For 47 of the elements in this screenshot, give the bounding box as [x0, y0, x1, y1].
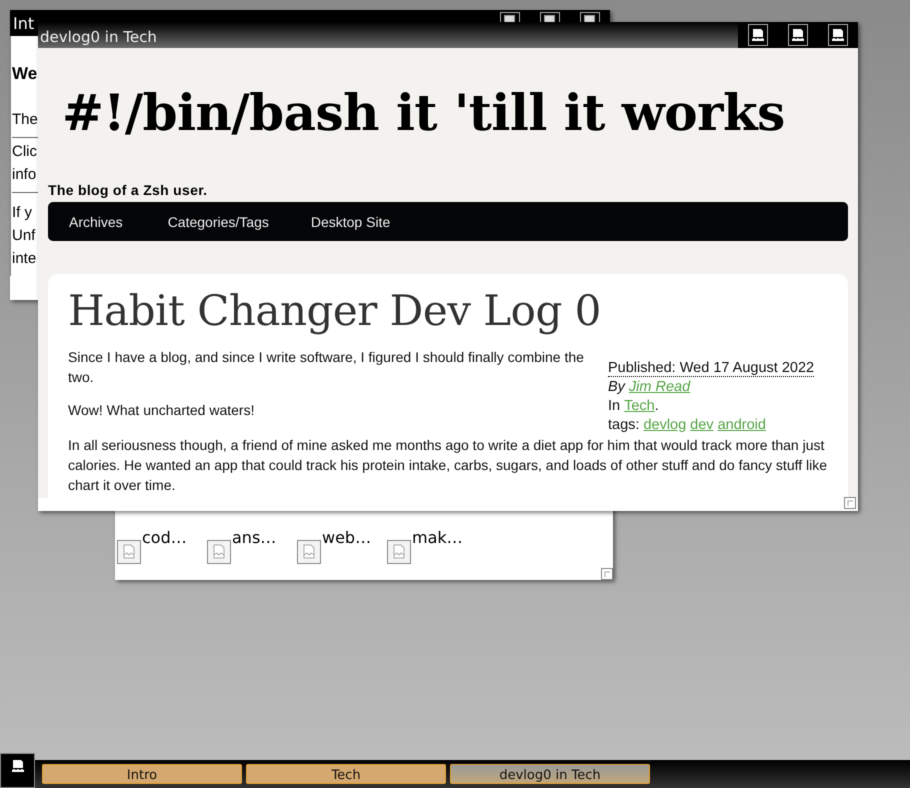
- window-button[interactable]: [580, 12, 600, 22]
- item-label[interactable]: ans…: [232, 528, 276, 547]
- nav-link[interactable]: Archives: [69, 214, 123, 230]
- window-title: devlog0 in Tech: [39, 27, 157, 46]
- item-label[interactable]: cod…: [142, 528, 187, 547]
- paragraph-text: If y: [12, 203, 32, 223]
- item-label[interactable]: mak…: [412, 528, 463, 547]
- paragraph-text: Clic: [12, 142, 37, 162]
- window-button[interactable]: [500, 12, 520, 22]
- heading: We: [12, 63, 38, 85]
- paragraph-text: Wow! What uncharted waters!: [68, 401, 256, 420]
- paragraph-text: inte: [12, 249, 36, 269]
- taskbar-button[interactable]: Intro: [42, 764, 242, 784]
- in-label: In: [608, 398, 620, 414]
- window-button[interactable]: [748, 24, 768, 46]
- broken-image-icon: [751, 28, 765, 42]
- nav-link[interactable]: Categories/Tags: [168, 214, 269, 230]
- window-button[interactable]: [540, 12, 560, 22]
- by-label: By: [608, 379, 625, 395]
- window-button[interactable]: [788, 24, 808, 46]
- published-date: Published: Wed 17 August 2022: [608, 360, 814, 377]
- paragraph-text: The: [12, 110, 38, 130]
- item-label[interactable]: web…: [322, 528, 372, 547]
- resize-grip-icon[interactable]: [601, 568, 613, 580]
- broken-image-icon[interactable]: [387, 540, 411, 564]
- taskbar-button[interactable]: devlog0 in Tech: [450, 764, 650, 784]
- broken-image-icon[interactable]: [207, 540, 231, 564]
- resize-grip-icon[interactable]: [844, 497, 856, 509]
- window-button[interactable]: [828, 24, 848, 46]
- post-title: Habit Changer Dev Log 0: [68, 288, 602, 334]
- nav-link[interactable]: Desktop Site: [310, 214, 390, 230]
- tags-label: tags:: [608, 417, 640, 433]
- broken-image-icon: [10, 759, 24, 773]
- broken-image-icon: [831, 28, 845, 42]
- paragraph-text: In all seriousness though, a friend of mine asked me months ago to write a diet app for him that would track more than just calories. He wanted an app that could track his protein intake, carbs, sugars, and loads of other stuff and do fancy stuff like chart it over time.: [68, 436, 828, 495]
- broken-image-icon[interactable]: [297, 540, 321, 564]
- window-title: Int: [12, 14, 34, 32]
- blog-title: #!/bin/bash it 'till it works: [61, 82, 786, 143]
- paragraph-text: info: [12, 165, 36, 185]
- taskbar-button[interactable]: Tech: [246, 764, 446, 784]
- broken-image-icon[interactable]: [117, 540, 141, 564]
- broken-image-icon: [791, 28, 805, 42]
- start-button[interactable]: [0, 753, 35, 788]
- punctuation: .: [654, 398, 659, 414]
- paragraph-text: Unf: [12, 226, 36, 246]
- blog-tagline: The blog of a Zsh user.: [48, 182, 208, 198]
- paragraph-text: Since I have a blog, and since I write software, I figured I should finally combine the two.: [68, 348, 585, 387]
